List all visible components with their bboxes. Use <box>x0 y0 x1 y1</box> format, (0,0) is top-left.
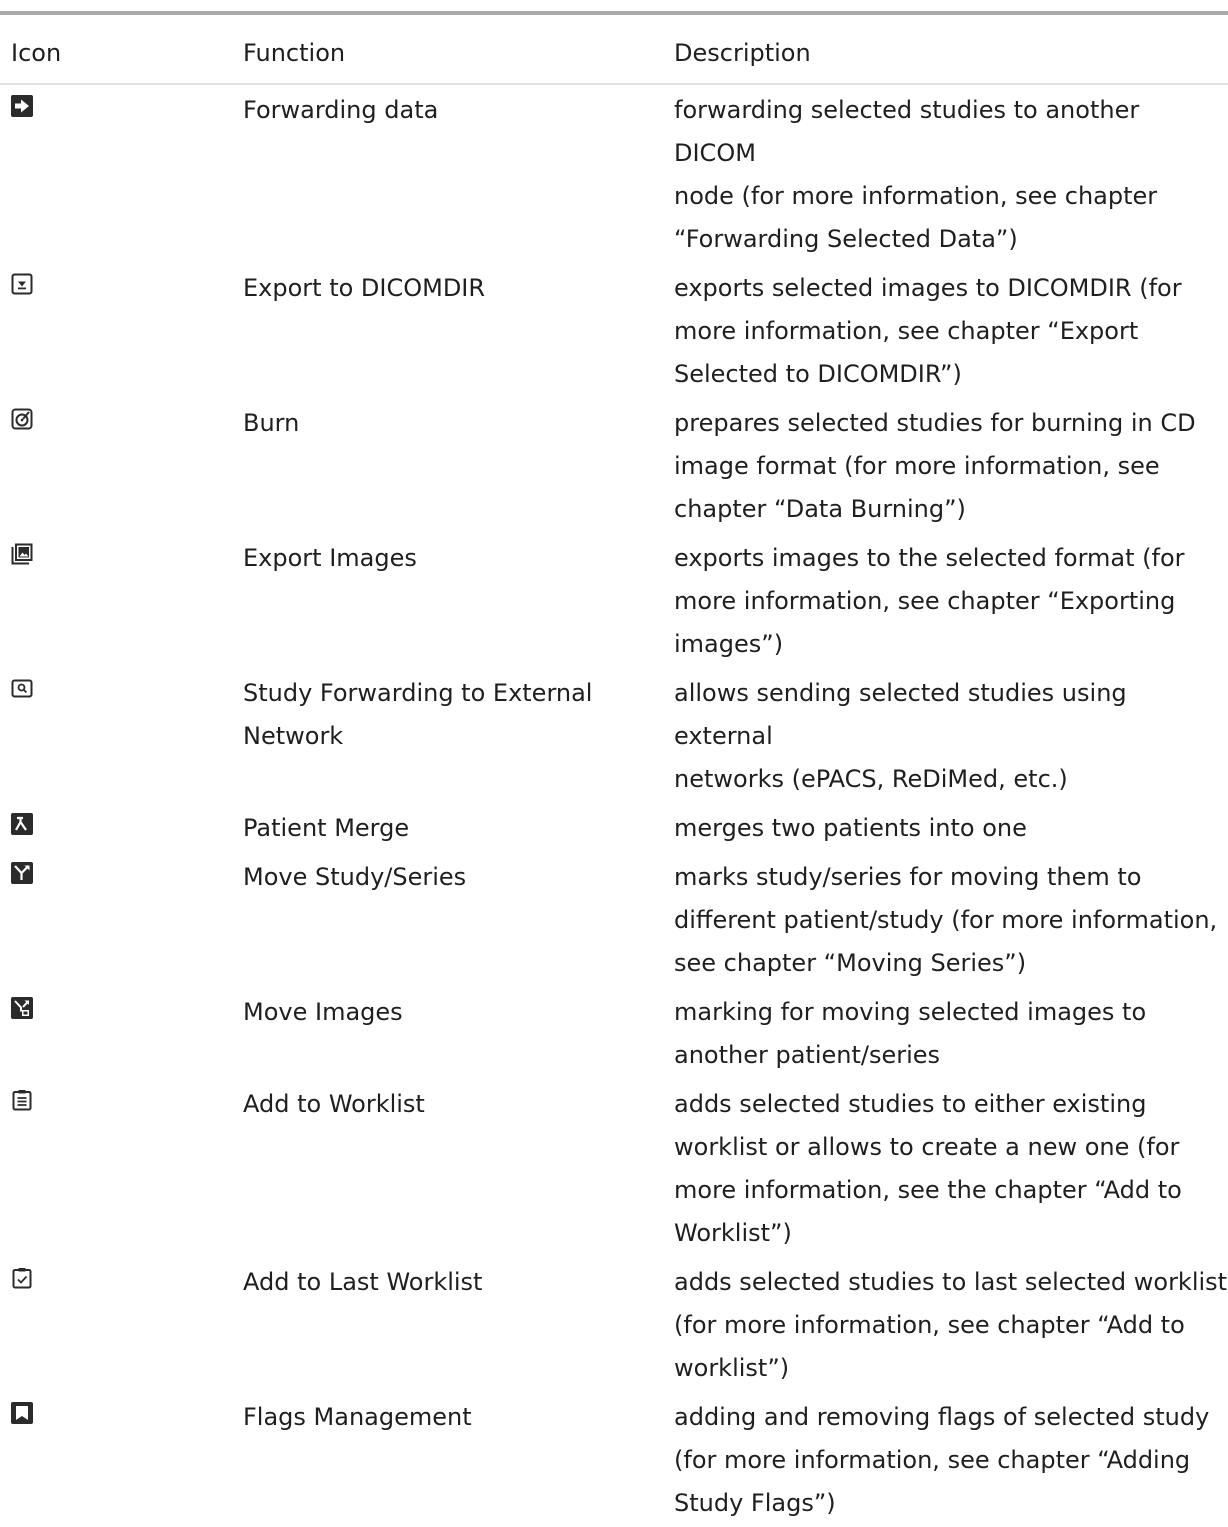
external-network-icon <box>11 679 33 698</box>
table-row: Flags Management adding and removing fla… <box>0 1392 1228 1527</box>
export-dicomdir-icon <box>11 273 33 295</box>
header-function: Function <box>243 39 346 67</box>
description-cell: adding and removing flags of selected st… <box>674 1403 1210 1517</box>
icon-cell <box>0 987 243 1079</box>
function-cell: Add to Worklist <box>243 1090 425 1118</box>
top-rule <box>0 11 1228 15</box>
function-cell: Study Forwarding to External Network <box>243 679 593 750</box>
export-images-icon <box>11 543 33 565</box>
table-header-row: Icon Function Description <box>0 32 1228 84</box>
table-row: Export to DICOMDIR exports selected imag… <box>0 263 1228 398</box>
function-cell: Move Study/Series <box>243 863 467 891</box>
icon-cell <box>0 1079 243 1257</box>
flag-icon <box>11 1402 33 1424</box>
function-cell: Move Images <box>243 998 403 1026</box>
add-last-worklist-icon <box>12 1268 32 1289</box>
icon-cell <box>0 84 243 263</box>
icon-cell <box>0 668 243 803</box>
description-cell: adds selected studies to last selected w… <box>674 1268 1228 1382</box>
table-row: Patient Merge merges two patients into o… <box>0 803 1228 852</box>
table-row: Forwarding data forwarding selected stud… <box>0 84 1228 263</box>
icon-cell <box>0 803 243 852</box>
table-row: Study Forwarding to External Network all… <box>0 668 1228 803</box>
add-worklist-icon <box>12 1090 32 1111</box>
function-cell: Flags Management <box>243 1403 472 1431</box>
description-cell: marking for moving selected images to an… <box>674 998 1147 1069</box>
description-cell: allows sending selected studies using ex… <box>674 679 1127 793</box>
function-cell: Add to Last Worklist <box>243 1268 483 1296</box>
icon-cell <box>0 852 243 987</box>
description-cell: forwarding selected studies to another D… <box>674 96 1158 253</box>
header-description: Description <box>674 39 811 67</box>
table-row: Export Images exports images to the sele… <box>0 533 1228 668</box>
function-cell: Export Images <box>243 544 417 572</box>
icon-cell <box>0 1392 243 1527</box>
description-cell: prepares selected studies for burning in… <box>674 409 1196 523</box>
description-cell: exports images to the selected format (f… <box>674 544 1185 658</box>
table-row: Add to Worklist adds selected studies to… <box>0 1079 1228 1257</box>
document-page: Icon Function Description Forwarding dat… <box>0 0 1228 1526</box>
description-cell: marks study/series for moving them to di… <box>674 863 1218 977</box>
table-row: Move Study/Series marks study/series for… <box>0 852 1228 987</box>
table-row: Move Images marking for moving selected … <box>0 987 1228 1079</box>
header-icon: Icon <box>11 39 62 67</box>
description-cell: merges two patients into one <box>674 814 1027 842</box>
patient-merge-icon <box>11 813 33 835</box>
icon-cell <box>0 1257 243 1392</box>
move-images-icon <box>11 997 33 1019</box>
functions-table: Icon Function Description Forwarding dat… <box>0 32 1228 1527</box>
function-cell: Burn <box>243 409 300 437</box>
function-cell: Export to DICOMDIR <box>243 274 486 302</box>
icon-cell <box>0 263 243 398</box>
table-row: Add to Last Worklist adds selected studi… <box>0 1257 1228 1392</box>
function-cell: Forwarding data <box>243 96 439 124</box>
forward-arrow-icon <box>11 95 33 117</box>
function-cell: Patient Merge <box>243 814 410 842</box>
move-study-series-icon <box>11 862 33 884</box>
icon-cell <box>0 398 243 533</box>
icon-cell <box>0 533 243 668</box>
description-cell: adds selected studies to either existing… <box>674 1090 1182 1247</box>
description-cell: exports selected images to DICOMDIR (for… <box>674 274 1182 388</box>
table-row: Burn prepares selected studies for burni… <box>0 398 1228 533</box>
burn-disc-icon <box>11 408 33 430</box>
